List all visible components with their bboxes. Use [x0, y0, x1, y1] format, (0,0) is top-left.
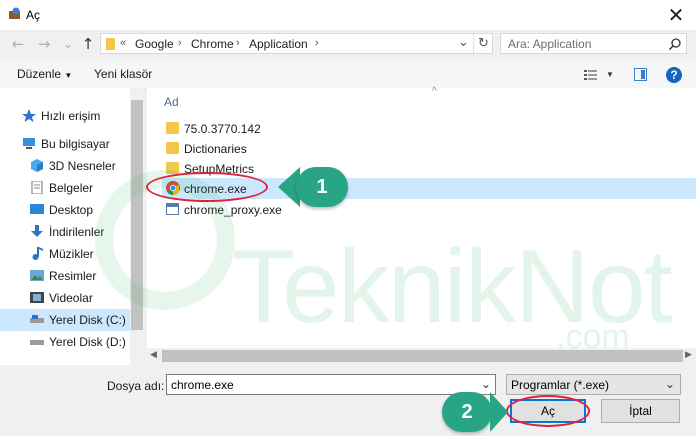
address-bar[interactable]: « Google › Chrome › Application › ⌄ ↻: [100, 33, 493, 54]
breadcrumb-chrome[interactable]: Chrome: [191, 37, 234, 51]
sidebar-item-label: Yerel Disk (D:): [49, 335, 126, 349]
window-title: Aç: [26, 8, 41, 22]
watermark-suffix: .com: [556, 318, 630, 356]
column-header-name[interactable]: Ad: [164, 95, 179, 109]
chevron-down-icon: ⌄: [665, 377, 676, 391]
filename-field[interactable]: chrome.exe ⌄: [166, 374, 496, 395]
sidebar-item-label: 3D Nesneler: [49, 159, 116, 173]
filetype-value: Programlar (*.exe): [511, 378, 610, 392]
filename-value: chrome.exe: [171, 378, 234, 392]
back-button[interactable]: ←: [10, 35, 26, 53]
cancel-button[interactable]: İptal: [601, 399, 680, 423]
step-2-callout: 2: [442, 392, 492, 432]
scroll-right-icon[interactable]: ▶: [685, 349, 692, 360]
search-input[interactable]: Ara: Application: [508, 37, 591, 51]
document-icon: [30, 180, 44, 195]
file-row[interactable]: Dictionaries: [162, 138, 696, 159]
sidebar-item-videos[interactable]: Videolar: [0, 287, 130, 309]
file-name: Dictionaries: [184, 142, 247, 156]
title-bar: [0, 0, 696, 30]
file-row[interactable]: 75.0.3770.142: [162, 118, 696, 139]
folder-icon: [166, 142, 179, 154]
breadcrumb-application[interactable]: Application: [249, 37, 308, 51]
recent-locations-button[interactable]: ⌄: [60, 35, 76, 53]
cube-icon: [30, 159, 44, 172]
sidebar-item-local-disk-d[interactable]: Yerel Disk (D:): [0, 331, 130, 353]
refresh-icon[interactable]: ↻: [478, 35, 489, 51]
address-dropdown-icon[interactable]: ⌄: [458, 34, 469, 50]
sidebar-item-label: Hızlı erişim: [41, 109, 101, 123]
view-options-icon[interactable]: [584, 69, 598, 81]
breadcrumb-separator[interactable]: ›: [178, 37, 182, 49]
organize-label: Düzenle: [17, 67, 62, 81]
help-icon[interactable]: ?: [666, 67, 682, 83]
breadcrumb-google[interactable]: Google: [135, 37, 174, 51]
sidebar-item-label: Resimler: [49, 269, 97, 283]
computer-icon: [22, 137, 36, 150]
new-folder-button[interactable]: Yeni klasör: [94, 67, 152, 81]
sidebar-item-3d-objects[interactable]: 3D Nesneler: [0, 155, 130, 177]
highlight-ring: [146, 172, 268, 202]
preview-pane-icon[interactable]: [634, 68, 647, 81]
search-box[interactable]: Ara: Application: [500, 33, 687, 54]
video-icon: [30, 291, 44, 304]
sidebar-item-label: Müzikler: [49, 247, 94, 261]
sidebar-item-label: Yerel Disk (C:): [49, 313, 126, 327]
close-button[interactable]: ✕: [662, 3, 690, 27]
folder-icon: [106, 38, 115, 50]
download-icon: [30, 225, 44, 238]
filetype-select[interactable]: Programlar (*.exe) ⌄: [506, 374, 681, 395]
star-icon: [22, 109, 36, 122]
sidebar-item-label: Bu bilgisayar: [41, 137, 110, 151]
drive-icon: [30, 313, 44, 326]
file-row[interactable]: chrome_proxy.exe: [162, 199, 696, 220]
search-icon[interactable]: [668, 37, 682, 51]
drive-icon: [30, 335, 44, 348]
organize-button[interactable]: Düzenle ▼: [17, 67, 72, 81]
desktop-icon: [30, 203, 44, 216]
breadcrumb-separator[interactable]: ›: [236, 37, 240, 49]
highlight-ring: [506, 395, 590, 427]
folder-icon: [166, 122, 179, 134]
callout-arrow: [490, 392, 508, 432]
chevron-down-icon: ▼: [64, 71, 73, 80]
sidebar-item-label: Desktop: [49, 203, 94, 217]
sidebar-item-label: Belgeler: [49, 181, 94, 195]
chevron-down-icon[interactable]: ⌄: [481, 377, 491, 391]
music-icon: [30, 247, 44, 260]
address-divider: [473, 34, 474, 53]
sidebar-item-label: Videolar: [49, 291, 93, 305]
chevron-down-icon[interactable]: ▼: [606, 70, 614, 79]
address-overflow[interactable]: «: [120, 37, 126, 49]
breadcrumb-separator[interactable]: ›: [315, 37, 319, 49]
app-icon: [8, 7, 21, 20]
sidebar-item-local-disk-c[interactable]: Yerel Disk (C:): [0, 309, 130, 331]
sidebar-item-this-pc[interactable]: Bu bilgisayar: [0, 133, 122, 155]
sidebar-item-quick-access[interactable]: Hızlı erişim: [0, 105, 122, 127]
forward-button[interactable]: →: [36, 35, 52, 53]
sort-arrow-icon: ^: [432, 86, 437, 97]
up-button[interactable]: ↑: [80, 35, 96, 53]
file-name: 75.0.3770.142: [184, 122, 261, 136]
picture-icon: [30, 269, 44, 282]
step-1-callout: 1: [296, 167, 348, 207]
filename-label: Dosya adı:: [107, 379, 165, 393]
scroll-left-icon[interactable]: ◀: [150, 349, 157, 360]
